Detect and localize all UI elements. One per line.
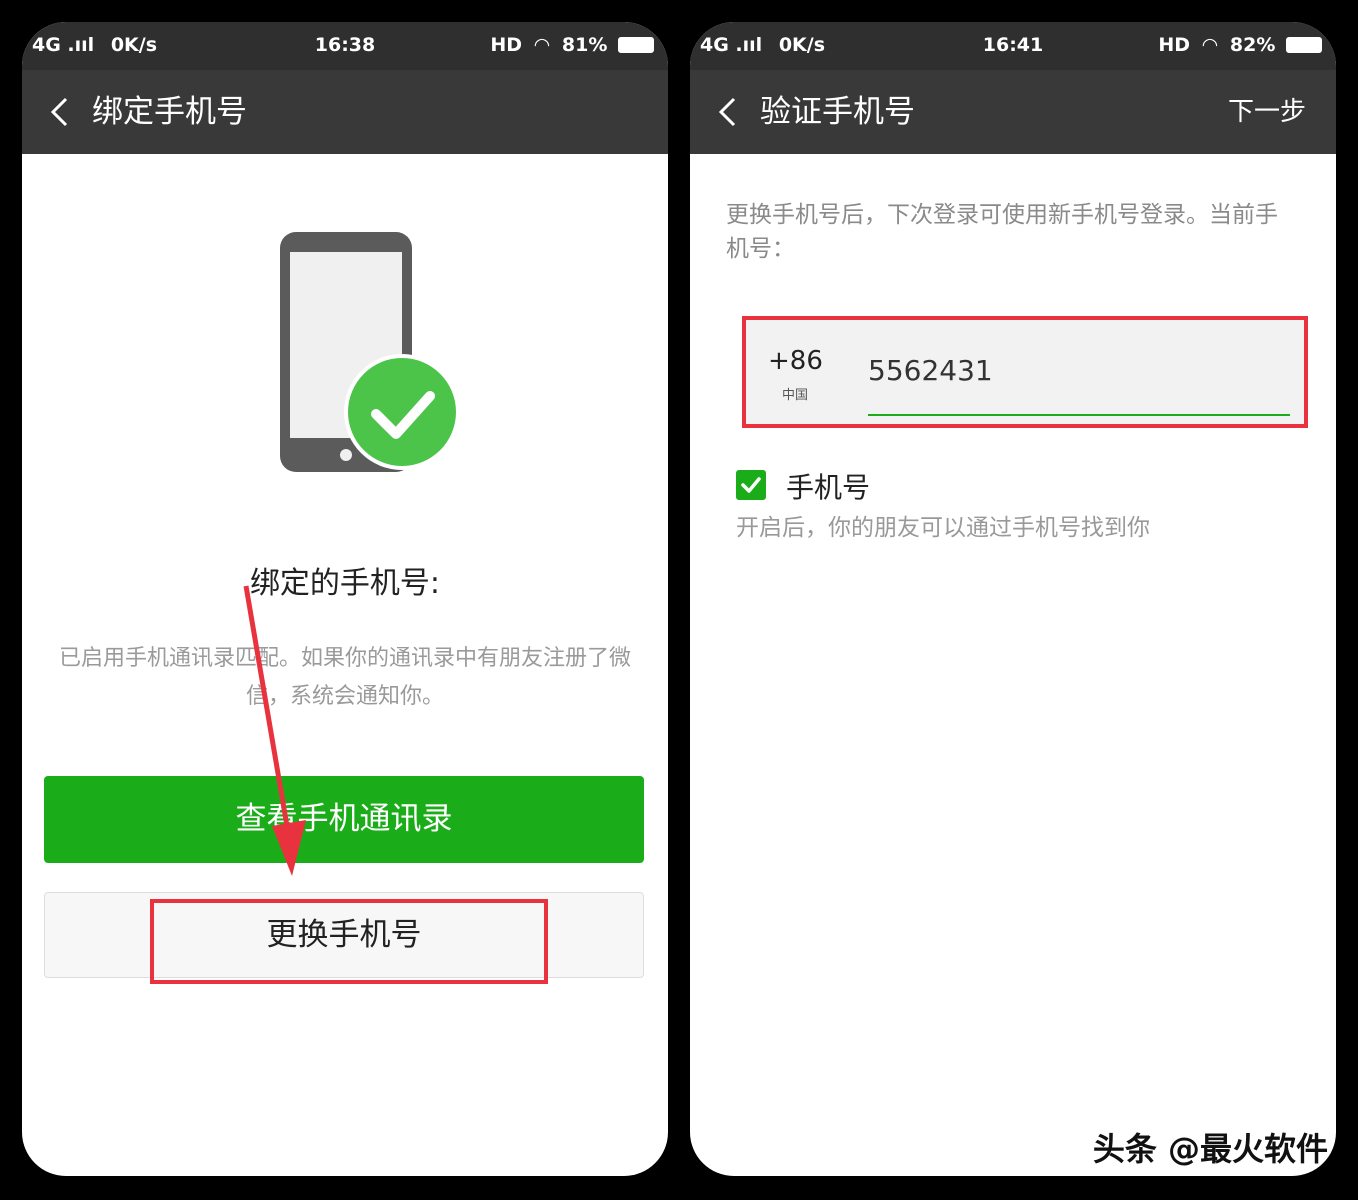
back-arrow-icon[interactable] [714,96,744,128]
page-title: 验证手机号 [760,94,915,130]
phone-verified-icon [280,232,460,472]
verify-description: 更换手机号后，下次登录可使用新手机号登录。当前手机号： [726,202,1278,262]
hd-indicator: HD [490,34,523,56]
annotation-arrow-icon [243,585,306,876]
nav-bar: 绑定手机号 [22,70,668,154]
bound-phone-label: 绑定的手机号: [249,566,441,601]
wifi-icon: ◠ [1202,34,1218,56]
country-name: 中国 [782,388,809,403]
right-screen: 4G .ııl 0K/s 16:41 HD ◠ 82% 验证手机号 下一步 更换… [690,22,1336,1176]
checkmark-icon [741,477,761,493]
status-bar: 4G .ııl 0K/s 16:38 HD ◠ 81% [22,22,668,70]
checkbox-label: 手机号 [786,471,871,504]
phone-search-checkbox[interactable] [736,470,766,500]
status-bar: 4G .ııl 0K/s 16:41 HD ◠ 82% [690,22,1336,70]
input-underline [868,414,1290,416]
battery-level: 82% [1229,34,1276,56]
watermark: 头条 @最火软件 [1092,1130,1328,1168]
phone-number-row: +86 中国 [746,320,1304,424]
status-right: HD ◠ 82% [1158,34,1322,56]
view-contacts-button[interactable]: 查看手机通讯录 [44,776,644,863]
wifi-icon: ◠ [534,34,550,56]
phone-number-input[interactable] [868,348,1288,392]
checkbox-description: 开启后，你的朋友可以通过手机号找到你 [736,515,1150,541]
hd-indicator: HD [1158,34,1191,56]
left-screen: 4G .ııl 0K/s 16:38 HD ◠ 81% 绑定手机号 绑定的手机号… [22,22,668,1176]
battery-level: 81% [561,34,608,56]
battery-icon [618,37,654,53]
nav-bar: 验证手机号 下一步 [690,70,1336,154]
country-code-selector[interactable]: +86 [768,346,823,376]
contacts-match-description: 已启用手机通讯录匹配。如果你的通讯录中有朋友注册了微信，系统会通知你。 [58,646,631,709]
back-arrow-icon[interactable] [46,96,76,128]
change-phone-button[interactable]: 更换手机号 [44,892,644,978]
status-right: HD ◠ 81% [490,34,654,56]
page-title: 绑定手机号 [92,94,247,130]
next-step-button[interactable]: 下一步 [1228,92,1306,132]
battery-icon [1286,37,1322,53]
